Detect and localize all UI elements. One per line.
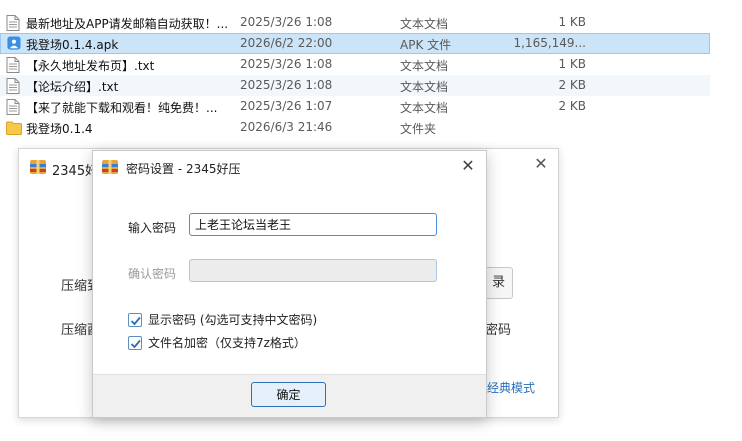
file-type: 文件夹 <box>400 122 437 136</box>
file-name: 最新地址及APP请发邮箱自动获取！... <box>26 17 229 31</box>
dialog-footer: 确定 <box>93 374 486 417</box>
password-label: 输入密码 <box>128 221 177 235</box>
classic-mode-link[interactable]: 经典模式 <box>487 379 535 396</box>
file-name: 【来了就能下载和观看！纯免费！... <box>26 101 218 115</box>
file-row[interactable]: 我登场0.1.4 2026/6/3 21:46 文件夹 <box>0 117 710 138</box>
file-size: 2 KB <box>558 99 586 113</box>
dialog-title: 密码设置 - 2345好压 <box>126 162 241 176</box>
encrypt-filenames-option[interactable]: 文件名加密（仅支持7z格式） <box>128 334 306 351</box>
confirm-password-input[interactable] <box>189 259 437 282</box>
add-password-label: 密码 <box>485 323 512 338</box>
encrypt-filenames-label: 文件名加密（仅支持7z格式） <box>148 336 306 350</box>
apk-file-icon <box>7 36 21 50</box>
file-type: 文本文档 <box>400 101 449 115</box>
file-row[interactable]: 【论坛介绍】.txt 2025/3/26 1:08 文本文档 2 KB <box>0 75 710 96</box>
show-password-checkbox[interactable] <box>128 312 142 327</box>
close-icon[interactable]: ✕ <box>458 156 478 176</box>
file-row-selected[interactable]: 我登场0.1.4.apk 2026/6/2 22:00 APK 文件 1,165… <box>0 33 710 54</box>
ok-button[interactable]: 确定 <box>251 382 326 407</box>
file-type: APK 文件 <box>400 38 452 52</box>
show-password-option[interactable]: 显示密码 (勾选可支持中文密码) <box>128 311 317 328</box>
app-logo-icon <box>30 160 46 174</box>
close-icon[interactable]: ✕ <box>532 155 550 173</box>
file-date: 2025/3/26 1:08 <box>240 78 333 92</box>
file-type: 文本文档 <box>400 59 449 73</box>
password-settings-dialog: 密码设置 - 2345好压 ✕ 输入密码 确认密码 显示密码 (勾选可支持中文密… <box>92 150 487 418</box>
folder-icon <box>6 121 22 135</box>
show-password-label: 显示密码 (勾选可支持中文密码) <box>148 313 318 327</box>
file-row[interactable]: 【来了就能下载和观看！纯免费！... 2025/3/26 1:07 文本文档 2… <box>0 96 710 117</box>
password-input[interactable] <box>189 213 437 236</box>
file-date: 2025/3/26 1:08 <box>240 57 333 71</box>
confirm-password-label: 确认密码 <box>128 267 177 281</box>
file-size: 1,165,149... <box>513 36 586 50</box>
file-size: 1 KB <box>558 15 586 29</box>
text-file-icon <box>6 57 20 73</box>
file-row[interactable]: 最新地址及APP请发邮箱自动获取！... 2025/3/26 1:08 文本文档… <box>0 12 710 33</box>
file-name: 【论坛介绍】.txt <box>26 80 119 94</box>
file-size: 2 KB <box>558 78 586 92</box>
file-row[interactable]: 【永久地址发布页】.txt 2025/3/26 1:08 文本文档 1 KB <box>0 54 710 75</box>
file-date: 2026/6/2 22:00 <box>240 36 333 50</box>
file-date: 2026/6/3 21:46 <box>240 120 333 134</box>
app-logo-icon <box>102 160 118 174</box>
text-file-icon <box>6 99 20 115</box>
file-size: 1 KB <box>558 57 586 71</box>
file-type: 文本文档 <box>400 80 449 94</box>
text-file-icon <box>6 78 20 94</box>
checkmark-icon <box>130 339 141 348</box>
file-name: 我登场0.1.4.apk <box>26 38 119 52</box>
file-date: 2025/3/26 1:08 <box>240 15 333 29</box>
checkmark-icon <box>130 316 141 325</box>
encrypt-filenames-checkbox[interactable] <box>128 335 142 350</box>
file-date: 2025/3/26 1:07 <box>240 99 333 113</box>
file-name: 【永久地址发布页】.txt <box>26 59 155 73</box>
file-type: 文本文档 <box>400 17 449 31</box>
browse-directory-button[interactable]: 录 <box>485 267 513 299</box>
file-name: 我登场0.1.4 <box>26 122 93 136</box>
text-file-icon <box>6 15 20 31</box>
